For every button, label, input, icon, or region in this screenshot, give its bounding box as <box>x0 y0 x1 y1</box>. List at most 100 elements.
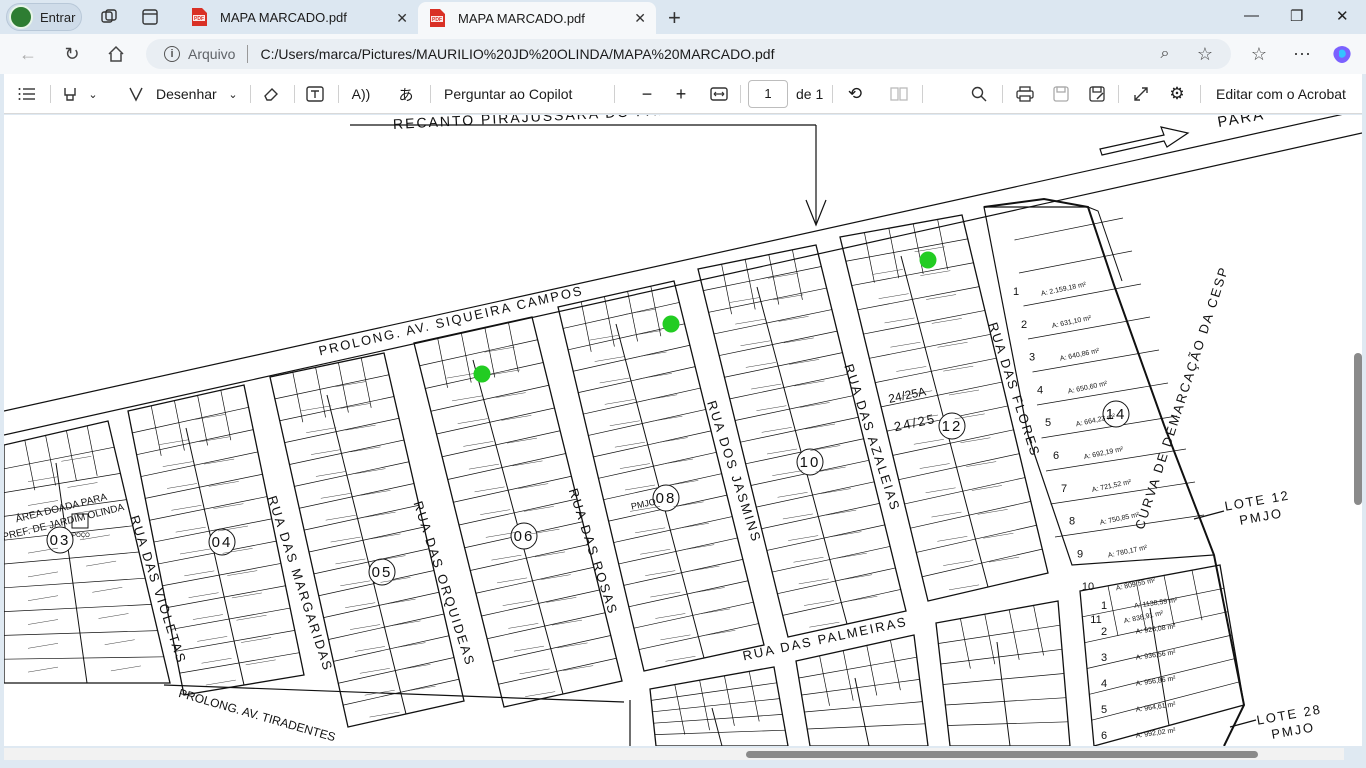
lot-line <box>437 337 448 388</box>
location-marker[interactable] <box>662 315 680 333</box>
svg-text:PDF: PDF <box>194 16 204 22</box>
workspaces-icon[interactable] <box>98 6 120 28</box>
read-aloud-icon[interactable]: A)) <box>350 82 372 106</box>
rotate-icon[interactable]: ⟲ <box>844 82 866 106</box>
lot-dimension <box>625 308 656 315</box>
lot-dimension <box>171 505 202 511</box>
lot-dimension <box>370 533 401 540</box>
copilot-icon[interactable] <box>1330 42 1354 66</box>
lot-number: 8 <box>1069 516 1075 528</box>
lot-line <box>798 656 917 679</box>
back-icon[interactable]: ← <box>16 42 40 66</box>
minimize-icon[interactable]: — <box>1244 7 1259 24</box>
location-marker[interactable] <box>919 251 937 269</box>
profile-button[interactable]: Entrar <box>6 3 82 31</box>
lot-line <box>4 577 146 589</box>
pdf-toolbar: ⌄ Desenhar ⌄ A)) あ Perguntar ao Copilot … <box>4 74 1362 114</box>
lot-dimension <box>836 552 867 559</box>
block-number: 04 <box>212 534 233 551</box>
street-label: RUA DAS ORQUIDEAS <box>410 499 478 668</box>
vertical-scrollbar[interactable] <box>1354 353 1362 505</box>
lot-area: A: 631,10 m² <box>1051 315 1092 330</box>
lot-dimension <box>890 341 921 348</box>
restore-icon[interactable]: ❐ <box>1290 7 1303 25</box>
translate-icon[interactable]: あ <box>394 82 418 106</box>
pdf-file-icon: PDF <box>192 8 207 26</box>
draw-pen-icon[interactable] <box>126 82 146 106</box>
settings-gear-icon[interactable]: ⚙ <box>1166 82 1188 106</box>
lot-number: 2 <box>1021 319 1027 331</box>
fullscreen-icon[interactable] <box>1130 82 1152 106</box>
lot-dimension <box>491 554 522 561</box>
lot-dimension <box>27 619 59 625</box>
tab-mapa-marcado-2[interactable]: PDF MAPA MARCADO.pdf ✕ <box>418 2 656 34</box>
lot-dimension <box>335 558 366 565</box>
draw-button[interactable]: Desenhar <box>156 82 217 106</box>
pdf-page[interactable]: PROLONG. AV. SIQUEIRA CAMPOS RECANTO PIRA… <box>4 115 1362 746</box>
contents-list-icon[interactable] <box>16 82 38 106</box>
lot-dimension <box>345 424 376 431</box>
close-window-icon[interactable]: ✕ <box>1336 7 1349 25</box>
lot-dimension <box>98 613 129 619</box>
lot-line <box>453 475 572 503</box>
lot-dimension <box>184 570 215 577</box>
lot-dimension <box>778 316 809 322</box>
save-as-icon[interactable] <box>1086 82 1108 106</box>
lot-dimension <box>519 668 550 675</box>
fit-page-icon[interactable] <box>708 82 730 106</box>
info-icon[interactable]: i <box>164 46 180 62</box>
lot-line <box>866 645 878 696</box>
horizontal-scrollbar[interactable] <box>746 751 1258 758</box>
page-number-input[interactable]: 1 <box>748 80 788 108</box>
draw-chevron-down-icon[interactable]: ⌄ <box>226 82 240 106</box>
lot-dimension <box>325 514 356 521</box>
print-icon[interactable] <box>1014 82 1036 106</box>
street-label: CURVA DE DEMARCAÇÃO DA CESP <box>1132 264 1232 531</box>
lot-dimension <box>480 509 511 515</box>
lot-line <box>1091 681 1241 721</box>
lot-line <box>66 430 77 481</box>
new-tab-icon[interactable]: + <box>668 5 681 31</box>
favorite-star-icon[interactable]: ☆ <box>1193 42 1217 66</box>
lot-dimension <box>777 492 808 498</box>
close-tab-icon[interactable]: ✕ <box>396 10 408 27</box>
save-icon[interactable] <box>1050 82 1072 106</box>
edit-with-acrobat-button[interactable]: Editar com o Acrobat <box>1216 82 1346 106</box>
search-icon[interactable] <box>968 82 990 106</box>
lot-dimension <box>794 380 825 387</box>
zoom-icon[interactable]: ⌕ <box>1153 42 1177 66</box>
lot-line <box>724 352 843 378</box>
lot-dimension <box>205 679 236 686</box>
avenue-edge <box>4 115 1343 412</box>
page-view-icon[interactable] <box>888 82 910 106</box>
zoom-in-icon[interactable]: + <box>672 82 690 106</box>
lot-line <box>4 604 152 612</box>
address-bar[interactable]: i Arquivo C:/Users/marca/Pictures/MAURIL… <box>146 39 1231 69</box>
highlight-chevron-down-icon[interactable]: ⌄ <box>86 82 100 106</box>
lot-dimension <box>365 511 396 518</box>
more-menu-icon[interactable]: ⋯ <box>1290 42 1314 66</box>
ask-copilot-button[interactable]: Perguntar ao Copilot <box>444 82 572 106</box>
location-marker[interactable] <box>473 365 491 383</box>
highlight-icon[interactable] <box>60 82 80 106</box>
tab-actions-icon[interactable] <box>139 6 161 28</box>
close-tab-icon[interactable]: ✕ <box>634 10 646 27</box>
eraser-icon[interactable] <box>260 82 282 106</box>
lot-line <box>748 671 760 722</box>
refresh-icon[interactable]: ↻ <box>60 42 84 66</box>
lot-line <box>938 624 1061 644</box>
lot-dimension <box>761 427 792 433</box>
lot-dimension <box>245 659 276 666</box>
banner-label: RECANTO PIRAJUSSARA DO PARANAPANEMA <box>393 115 775 132</box>
zoom-out-icon[interactable]: − <box>638 82 656 106</box>
text-box-icon[interactable] <box>304 82 326 106</box>
lot-dimension <box>729 297 760 303</box>
lot-line <box>4 551 140 565</box>
tab-mapa-marcado-1[interactable]: PDF MAPA MARCADO.pdf ✕ <box>180 2 418 32</box>
home-icon[interactable] <box>104 42 128 66</box>
lot-line <box>652 698 780 713</box>
favorites-icon[interactable]: ☆ <box>1247 42 1271 66</box>
lot-dimension <box>842 574 873 580</box>
lot-dimension <box>497 577 528 584</box>
svg-text:PDF: PDF <box>432 17 442 23</box>
